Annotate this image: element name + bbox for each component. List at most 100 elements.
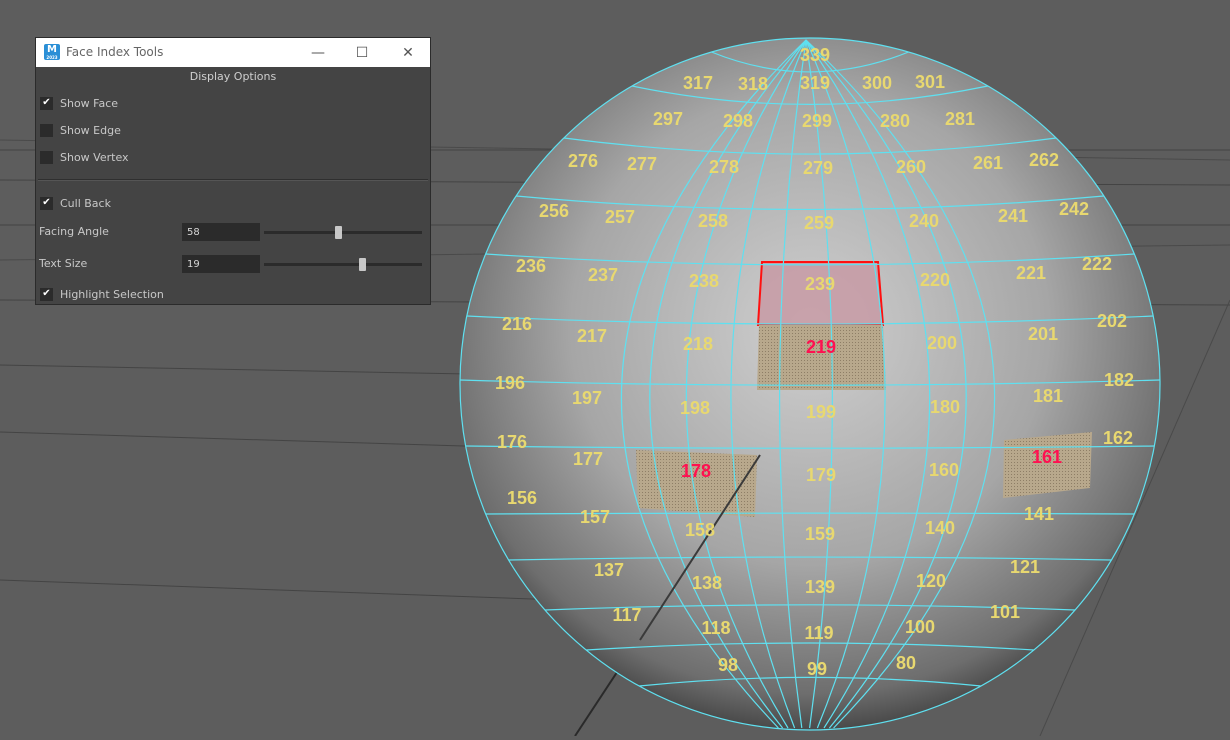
face-index-label: 239 (805, 274, 835, 294)
face-index-label: 280 (880, 111, 910, 131)
show-face-row[interactable]: ✔ Show Face (40, 95, 118, 111)
face-index-label: 301 (915, 72, 945, 92)
show-face-label: Show Face (60, 96, 119, 110)
face-index-label: 161 (1032, 447, 1062, 467)
cull-back-checkbox[interactable]: ✔ (40, 196, 53, 210)
minimize-icon: — (311, 44, 325, 61)
face-index-label: 261 (973, 153, 1003, 173)
face-highlight-219 (757, 325, 886, 390)
maximize-button[interactable]: ☐ (340, 38, 384, 67)
face-index-label: 257 (605, 207, 635, 227)
highlight-selection-label: Highlight Selection (60, 287, 164, 301)
face-index-label: 237 (588, 265, 618, 285)
face-index-label: 317 (683, 73, 713, 93)
cull-back-row[interactable]: ✔ Cull Back (40, 195, 111, 211)
face-index-label: 162 (1103, 428, 1133, 448)
face-index-label: 202 (1097, 311, 1127, 331)
face-index-label: 217 (577, 326, 607, 346)
face-index-label: 118 (701, 618, 730, 638)
face-index-label: 258 (698, 211, 728, 231)
face-index-label: 238 (689, 271, 719, 291)
title-bar[interactable]: M 2023 Face Index Tools — ☐ ✕ (36, 38, 430, 67)
maximize-icon: ☐ (355, 44, 369, 61)
face-index-label: 318 (738, 74, 768, 94)
text-size-label: Text Size (39, 257, 88, 270)
window-title: Face Index Tools (66, 45, 164, 59)
face-index-label: 218 (683, 334, 713, 354)
text-size-slider-handle[interactable] (358, 258, 366, 271)
face-index-label: 197 (572, 388, 602, 408)
face-index-label: 297 (653, 109, 683, 129)
face-index-label: 262 (1029, 150, 1059, 170)
face-index-label: 242 (1059, 199, 1089, 219)
face-index-label: 259 (804, 213, 834, 233)
face-index-label: 156 (507, 488, 537, 508)
face-index-label: 119 (804, 623, 833, 643)
show-face-checkbox[interactable]: ✔ (40, 96, 53, 110)
highlight-selection-checkbox[interactable]: ✔ (40, 287, 53, 301)
face-index-label: 120 (916, 571, 946, 591)
face-index-label: 199 (806, 402, 836, 422)
face-index-label: 281 (945, 109, 975, 129)
show-vertex-row[interactable]: Show Vertex (40, 149, 129, 165)
face-index-label: 298 (723, 111, 753, 131)
face-index-label: 219 (806, 337, 836, 357)
face-index-label: 80 (896, 653, 916, 673)
face-index-label: 300 (862, 73, 892, 93)
face-index-label: 177 (573, 449, 603, 469)
maya-app-icon: M 2023 (44, 44, 60, 60)
show-vertex-checkbox[interactable] (40, 150, 53, 164)
close-icon: ✕ (402, 44, 414, 61)
text-size-field[interactable] (182, 255, 260, 273)
face-index-label: 178 (681, 461, 711, 481)
show-edge-label: Show Edge (60, 123, 121, 137)
face-index-label: 240 (909, 211, 939, 231)
face-index-label: 160 (929, 460, 959, 480)
face-index-label: 121 (1010, 557, 1040, 577)
section-divider (38, 179, 428, 181)
face-index-label: 277 (627, 154, 657, 174)
face-index-label: 139 (805, 577, 835, 597)
highlight-selection-row[interactable]: ✔ Highlight Selection (40, 286, 164, 302)
face-index-label: 260 (896, 157, 926, 177)
minimize-button[interactable]: — (296, 38, 340, 67)
face-index-label: 339 (800, 45, 830, 65)
face-index-label: 99 (807, 659, 827, 679)
face-index-label: 198 (680, 398, 710, 418)
face-index-label: 236 (516, 256, 546, 276)
face-index-label: 299 (802, 111, 832, 131)
text-size-slider[interactable] (264, 258, 422, 271)
face-index-label: 222 (1082, 254, 1112, 274)
face-index-label: 138 (692, 573, 722, 593)
face-index-label: 181 (1033, 386, 1063, 406)
face-index-label: 180 (930, 397, 960, 417)
facing-angle-slider[interactable] (264, 226, 422, 239)
show-vertex-label: Show Vertex (60, 150, 129, 164)
face-index-label: 140 (925, 518, 955, 538)
face-index-label: 98 (718, 655, 738, 675)
face-index-label: 179 (806, 465, 836, 485)
facing-angle-label: Facing Angle (39, 225, 109, 238)
face-index-label: 221 (1016, 263, 1046, 283)
face-index-label: 256 (539, 201, 569, 221)
face-index-label: 216 (502, 314, 532, 334)
face-index-label: 220 (920, 270, 950, 290)
face-index-label: 159 (805, 524, 835, 544)
face-index-label: 278 (709, 157, 739, 177)
face-index-label: 157 (580, 507, 610, 527)
display-options-header: Display Options (189, 70, 277, 83)
face-index-label: 200 (927, 333, 957, 353)
close-button[interactable]: ✕ (386, 38, 430, 67)
face-index-label: 158 (685, 520, 715, 540)
face-index-label: 137 (594, 560, 624, 580)
show-edge-row[interactable]: Show Edge (40, 122, 121, 138)
face-index-label: 182 (1104, 370, 1134, 390)
facing-angle-slider-handle[interactable] (335, 226, 343, 239)
show-edge-checkbox[interactable] (40, 123, 53, 137)
cull-back-label: Cull Back (60, 196, 111, 210)
face-index-label: 101 (990, 602, 1020, 622)
face-index-label: 279 (803, 158, 833, 178)
face-index-tools-window[interactable]: M 2023 Face Index Tools — ☐ ✕ Display Opt… (35, 37, 431, 305)
facing-angle-field[interactable] (182, 223, 260, 241)
face-index-label: 241 (998, 206, 1028, 226)
